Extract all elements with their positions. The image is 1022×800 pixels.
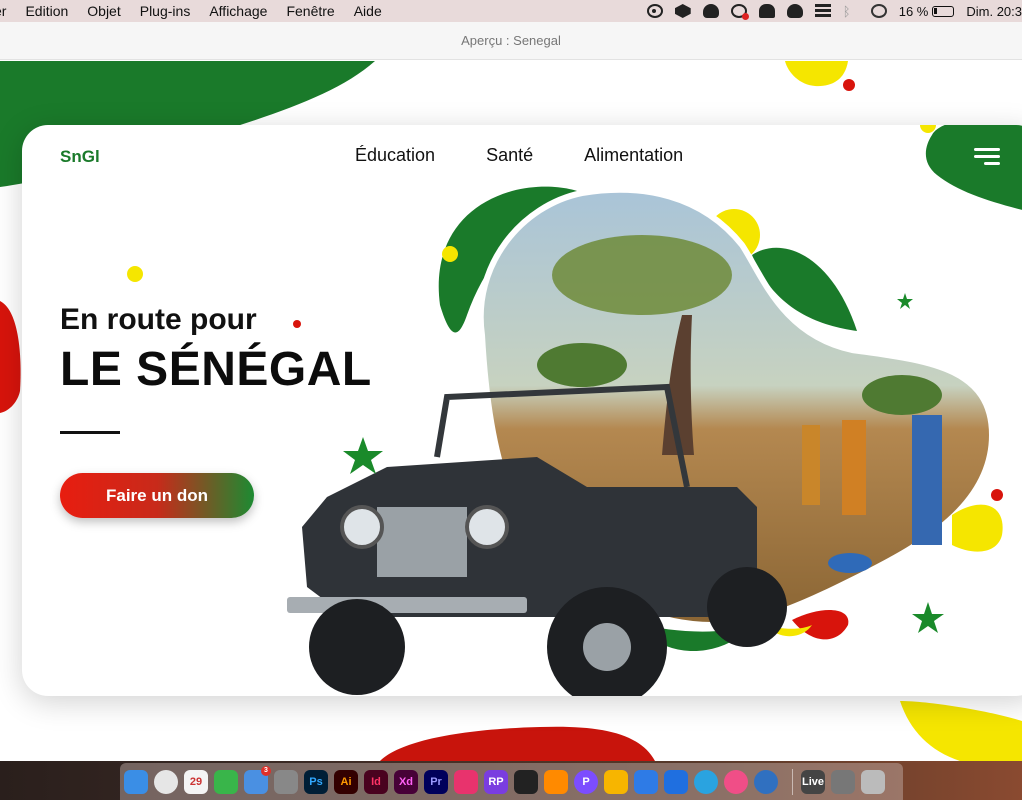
indesign-icon[interactable]: Id — [364, 769, 388, 794]
status-area: ᛒ 16 % Dim. 20:3 — [646, 0, 1022, 22]
cloud-icon[interactable] — [702, 4, 719, 18]
trash-icon[interactable] — [861, 769, 885, 794]
eye-icon[interactable] — [870, 4, 887, 18]
jeep-wheel-rear — [707, 567, 787, 647]
hero-card: SnGl Éducation Santé Alimentation En rou… — [22, 125, 1022, 696]
messages-icon[interactable]: 3 — [244, 765, 271, 794]
yellow-dot-left — [127, 266, 143, 282]
jeep-bumper — [287, 597, 527, 613]
red-dot-top — [843, 79, 855, 91]
sketch-icon[interactable] — [604, 769, 628, 794]
cloud-sync-icon[interactable] — [786, 4, 803, 18]
stack-icon[interactable] — [814, 4, 831, 18]
basin — [828, 553, 872, 573]
dropbox-icon[interactable] — [674, 4, 691, 18]
bush-right — [862, 375, 942, 415]
menu-item-objet[interactable]: Objet — [87, 3, 120, 19]
yellow-blob-top — [785, 61, 848, 87]
yellow-dot-top-right — [920, 125, 936, 133]
facetime-icon[interactable] — [214, 769, 238, 794]
finder-icon[interactable] — [124, 769, 148, 794]
yellow-blob-right — [952, 504, 1003, 552]
menu-item-partial[interactable]: er — [0, 3, 6, 19]
star-large-left — [343, 437, 383, 474]
jeep-grille — [377, 507, 467, 577]
xd-icon[interactable]: Xd — [394, 769, 418, 794]
tree-canopy — [552, 235, 732, 315]
red-blob-bottom — [380, 726, 655, 761]
dock: 29 3 Ps Ai Id Xd Pr RP P Live — [120, 763, 903, 800]
green-blob-top-right — [925, 125, 1022, 210]
red-dot-right — [991, 489, 1003, 501]
jeep-headlight-right — [465, 505, 509, 549]
hero-headline: LE SÉNÉGAL — [60, 343, 372, 396]
battery-percent[interactable]: 16 % — [899, 4, 929, 19]
yellow-blob-bottom-right — [900, 701, 1022, 761]
telegram-icon[interactable] — [694, 769, 718, 794]
pockity-icon[interactable]: P — [574, 769, 598, 794]
framer-icon[interactable] — [664, 769, 688, 794]
battery-icon[interactable] — [932, 5, 955, 17]
badge-count: 3 — [261, 765, 271, 776]
menu-bar: er Edition Objet Plug-ins Affichage Fenê… — [0, 0, 1022, 22]
red-dot-left — [293, 320, 301, 328]
sublime-icon[interactable] — [544, 769, 568, 794]
headline-underline — [60, 431, 120, 434]
person-3 — [912, 415, 942, 545]
photoshop-icon[interactable]: Ps — [304, 769, 328, 794]
system-preferences-icon[interactable] — [274, 769, 298, 794]
donate-button[interactable]: Faire un don — [60, 473, 254, 518]
live-icon[interactable]: Live — [801, 769, 825, 794]
nav-alimentation[interactable]: Alimentation — [584, 145, 683, 166]
app-menus: er Edition Objet Plug-ins Affichage Fenê… — [0, 3, 401, 19]
figma-icon[interactable] — [514, 769, 538, 794]
yellow-dot-arc — [442, 246, 458, 262]
menu-item-fenetre[interactable]: Fenêtre — [286, 3, 334, 19]
jeep-wheel-front-left — [309, 599, 405, 695]
hamburger-menu-icon[interactable] — [970, 148, 1000, 166]
site-nav: Éducation Santé Alimentation — [355, 145, 734, 166]
card-decorations — [127, 125, 1022, 696]
dock-separator — [792, 768, 793, 795]
quicktime-icon[interactable] — [754, 769, 778, 794]
illustrator-icon[interactable]: Ai — [334, 769, 358, 794]
window-title: Aperçu : Senegal — [461, 33, 561, 48]
chrome-icon[interactable] — [154, 769, 178, 794]
nav-sante[interactable]: Santé — [486, 145, 533, 166]
itunes-icon[interactable] — [724, 769, 748, 794]
app-blue-icon[interactable] — [634, 769, 658, 794]
calendar-icon[interactable]: 29 — [184, 769, 208, 794]
notification-icon[interactable] — [758, 4, 775, 18]
bush-left — [537, 343, 627, 387]
jeep-rim — [583, 623, 631, 671]
nav-education[interactable]: Éducation — [355, 145, 435, 166]
menu-item-edition[interactable]: Edition — [25, 3, 68, 19]
app-pink-icon[interactable] — [454, 769, 478, 794]
bluetooth-icon[interactable]: ᛒ — [843, 4, 859, 19]
person-1 — [802, 425, 820, 505]
star-small-right — [897, 293, 913, 309]
red-blob-left — [0, 301, 21, 413]
premiere-icon[interactable]: Pr — [424, 769, 448, 794]
jeep-headlight-left — [340, 505, 384, 549]
menu-item-plugins[interactable]: Plug-ins — [140, 3, 191, 19]
hero-kicker: En route pour — [60, 303, 257, 336]
jeep-file-icon[interactable] — [831, 769, 855, 794]
site-logo[interactable]: SnGl — [60, 147, 100, 167]
preview-canvas: SnGl Éducation Santé Alimentation En rou… — [0, 61, 1022, 761]
rp-icon[interactable]: RP — [484, 769, 508, 794]
red-blob-bottom-card — [792, 609, 849, 640]
person-2 — [842, 420, 866, 515]
star-bottom-right — [912, 602, 944, 633]
menu-item-aide[interactable]: Aide — [354, 3, 382, 19]
window-titlebar: Aperçu : Senegal — [0, 22, 1022, 60]
menu-item-affichage[interactable]: Affichage — [209, 3, 267, 19]
creative-cloud-icon[interactable] — [730, 4, 749, 20]
record-icon[interactable] — [646, 4, 663, 18]
menubar-clock[interactable]: Dim. 20:3 — [966, 4, 1022, 19]
